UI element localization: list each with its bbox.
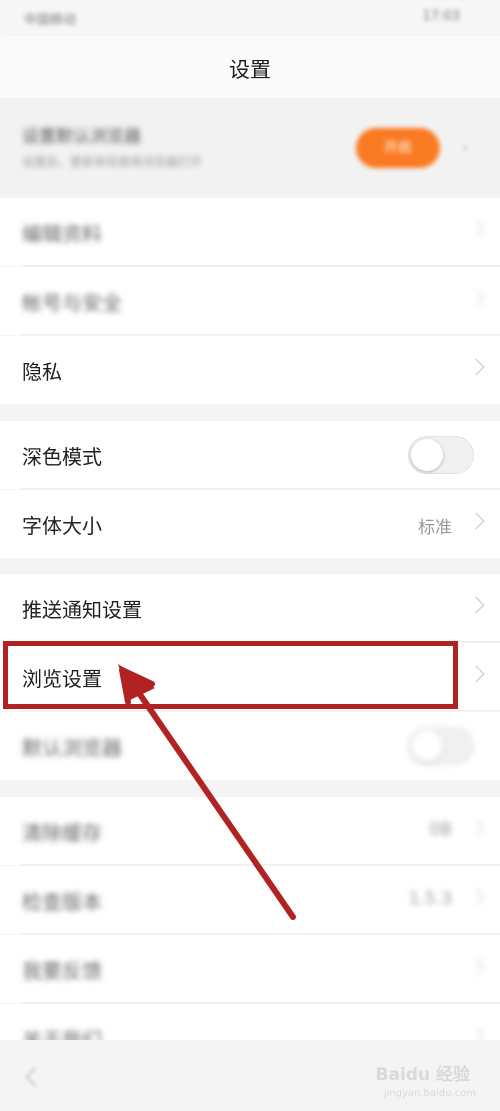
default-browser-toggle[interactable] <box>408 727 474 765</box>
chevron-right-icon <box>467 512 485 530</box>
divider <box>22 864 500 865</box>
banner-close-icon[interactable]: › <box>462 138 468 157</box>
status-bar: 中国移动 17:03 <box>0 0 500 36</box>
row-label: 字体大小 <box>22 514 102 538</box>
page-title: 设置 <box>229 58 271 82</box>
settings-row-clear-cache[interactable]: 清除缓存 0B <box>0 797 500 865</box>
divider <box>22 334 500 335</box>
settings-row-feedback[interactable]: 我要反馈 <box>0 935 500 1003</box>
banner-title: 设置默认浏览器 <box>22 127 141 147</box>
watermark-url: jingyan.baidu.com <box>383 1088 476 1099</box>
settings-row-edit-profile[interactable]: 编辑资料 <box>0 198 500 266</box>
watermark-brand: Baidu 经验 <box>375 1065 470 1085</box>
row-label: 我要反馈 <box>22 959 102 983</box>
settings-row-push-notifications[interactable]: 推送通知设置 <box>0 574 500 642</box>
settings-row-font-size[interactable]: 字体大小 标准 <box>0 490 500 558</box>
divider <box>22 488 500 489</box>
divider <box>22 1002 500 1003</box>
chevron-right-icon <box>467 888 485 906</box>
divider <box>22 710 500 711</box>
divider <box>22 265 500 266</box>
chevron-right-icon <box>467 358 485 376</box>
row-label: 帐号与安全 <box>22 291 122 315</box>
font-size-value: 标准 <box>418 518 452 538</box>
row-label: 编辑资料 <box>22 222 102 246</box>
row-label: 清除缓存 <box>22 821 102 845</box>
toggle-knob <box>411 730 443 762</box>
chevron-right-icon <box>467 596 485 614</box>
chevron-right-icon <box>467 289 485 307</box>
back-icon[interactable] <box>25 1067 45 1087</box>
highlight-box <box>3 641 458 709</box>
nav-bar: 设置 <box>0 36 500 99</box>
chevron-right-icon <box>467 665 485 683</box>
cache-size-value: 0B <box>429 820 452 840</box>
chevron-right-icon <box>467 220 485 238</box>
row-label: 深色模式 <box>22 445 102 469</box>
carrier-label: 中国移动 <box>24 13 77 28</box>
row-label: 默认浏览器 <box>22 736 122 760</box>
version-value: 1.5.3 <box>408 889 452 909</box>
chevron-right-icon <box>467 819 485 837</box>
chevron-right-icon <box>467 957 485 975</box>
settings-row-dark-mode: 深色模式 <box>0 421 500 489</box>
clock-label: 17:03 <box>422 9 460 24</box>
settings-row-privacy[interactable]: 隐私 <box>0 336 500 404</box>
row-label: 推送通知设置 <box>22 598 142 622</box>
enable-button[interactable]: 开启 <box>356 128 440 168</box>
banner-subtitle: 设置后，更新体验使用浏览器打开 <box>22 155 203 169</box>
settings-row-check-version[interactable]: 检查版本 1.5.3 <box>0 866 500 934</box>
settings-row-default-browser: 默认浏览器 <box>0 712 500 780</box>
toggle-knob <box>411 439 443 471</box>
divider <box>22 933 500 934</box>
row-label: 检查版本 <box>22 890 102 914</box>
dark-mode-toggle[interactable] <box>408 436 474 474</box>
settings-row-account-security[interactable]: 帐号与安全 <box>0 267 500 335</box>
row-label: 隐私 <box>22 360 62 384</box>
